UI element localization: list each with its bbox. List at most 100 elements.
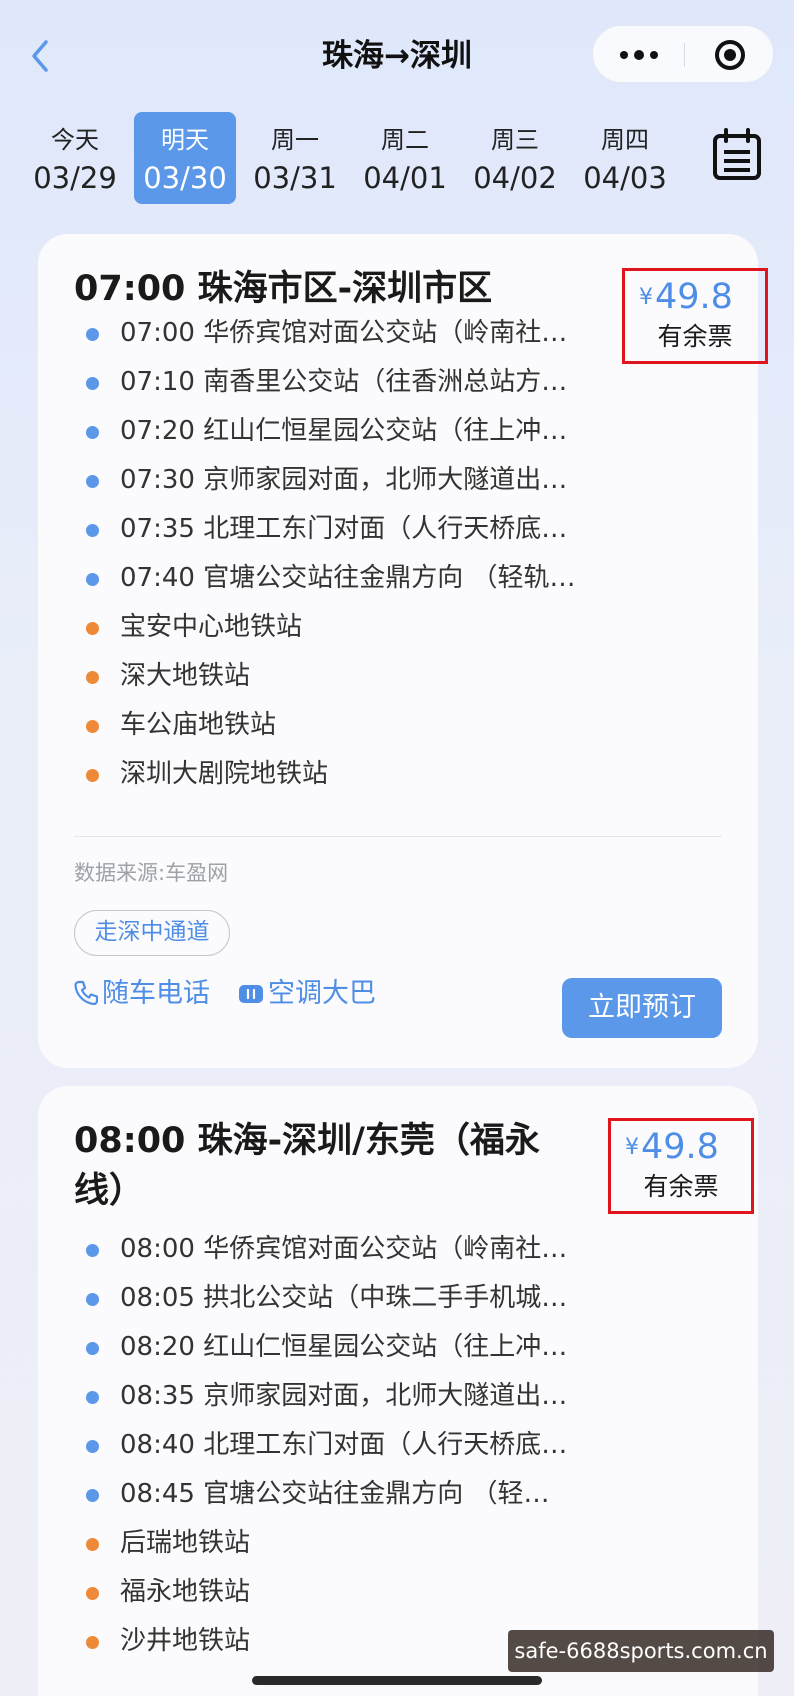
date-tab-date: 04/02 (473, 161, 557, 195)
book-now-button[interactable]: 立即预订 (562, 978, 722, 1038)
stop-item: 07:00 华侨宾馆对面公交站（岭南社… (38, 310, 758, 359)
alight-dot (86, 1587, 99, 1600)
date-tab-date: 03/30 (143, 161, 227, 195)
stop-item: 08:40 北理工东门对面（人行天桥底… (38, 1422, 758, 1471)
phone-icon (74, 980, 99, 1006)
route-title: 08:00 珠海-深圳/东莞（福永线） (74, 1121, 540, 1211)
air-conditioned-label: 空调大巴 (268, 978, 376, 1009)
stop-text: 宝安中心地铁站 (120, 612, 303, 642)
date-tab-5[interactable]: 周四 04/03 (574, 112, 676, 204)
date-tab-weekday: 周四 (601, 126, 649, 154)
alight-dot (86, 622, 99, 635)
stop-item: 07:40 官塘公交站往金鼎方向 （轻轨… (38, 555, 758, 604)
board-dot (86, 524, 99, 537)
board-dot (86, 328, 99, 341)
stop-text: 07:20 红山仁恒星园公交站（往上冲… (120, 416, 568, 446)
date-tab-date: 04/01 (363, 161, 447, 195)
stop-text: 深圳大剧院地铁站 (120, 759, 329, 789)
date-tab-date: 03/31 (253, 161, 337, 195)
board-dot (86, 573, 99, 586)
stop-text: 07:30 京师家园对面，北师大隧道出… (120, 465, 568, 495)
date-tab-weekday: 今天 (51, 126, 99, 154)
stop-item: 07:35 北理工东门对面（人行天桥底… (38, 506, 758, 555)
date-tab-weekday: 周一 (271, 126, 319, 154)
date-tab-weekday: 周三 (491, 126, 539, 154)
board-dot (86, 426, 99, 439)
card-divider (74, 836, 722, 837)
route-card[interactable]: 08:00 珠海-深圳/东莞（福永线） ¥49.8 有余票 08:00 华侨宾馆… (38, 1086, 758, 1696)
stop-text: 08:45 官塘公交站往金鼎方向 （轻… (120, 1479, 550, 1509)
price-value: 49.8 (641, 1127, 719, 1167)
stop-text: 07:35 北理工东门对面（人行天桥底… (120, 514, 568, 544)
stop-text: 08:00 华侨宾馆对面公交站（岭南社… (120, 1234, 568, 1264)
air-conditioner-icon (239, 985, 263, 1003)
date-tab-weekday: 明天 (161, 126, 209, 154)
stop-text: 07:10 南香里公交站（往香洲总站方… (120, 367, 568, 397)
date-tab-4[interactable]: 周三 04/02 (464, 112, 566, 204)
date-tab-2[interactable]: 周一 03/31 (244, 112, 346, 204)
data-source: 数据来源:车盈网 (74, 861, 229, 885)
home-indicator (252, 1676, 542, 1685)
stop-item: 深圳大剧院地铁站 (38, 751, 758, 800)
date-tab-0[interactable]: 今天 03/29 (24, 112, 126, 204)
alight-dot (86, 1636, 99, 1649)
board-dot (86, 377, 99, 390)
board-dot (86, 1293, 99, 1306)
ticket-status: 有余票 (643, 1172, 719, 1201)
alight-dot (86, 671, 99, 684)
stop-item: 车公庙地铁站 (38, 702, 758, 751)
bus-phone-label: 随车电话 (102, 978, 210, 1009)
stop-text: 07:00 华侨宾馆对面公交站（岭南社… (120, 318, 568, 348)
stop-item: 08:35 京师家园对面，北师大隧道出… (38, 1373, 758, 1422)
price-currency: ¥ (639, 285, 653, 310)
stop-item: 福永地铁站 (38, 1569, 758, 1618)
date-tab-date: 03/29 (33, 161, 117, 195)
stop-text: 08:35 京师家园对面，北师大隧道出… (120, 1381, 568, 1411)
alight-dot (86, 1538, 99, 1551)
more-options-icon[interactable] (593, 26, 684, 84)
route-title: 07:00 珠海市区-深圳市区 (74, 269, 493, 309)
price-currency: ¥ (625, 1135, 639, 1160)
stop-item: 深大地铁站 (38, 653, 758, 702)
stop-text: 福永地铁站 (120, 1577, 251, 1607)
stop-text: 08:20 红山仁恒星园公交站（往上冲… (120, 1332, 568, 1362)
board-dot (86, 1342, 99, 1355)
board-dot (86, 1440, 99, 1453)
top-nav-bar: 珠海→深圳 (0, 0, 794, 110)
stop-text: 深大地铁站 (120, 661, 251, 691)
board-dot (86, 1489, 99, 1502)
stop-text: 07:40 官塘公交站往金鼎方向 （轻轨… (120, 563, 576, 593)
stop-item: 08:05 拱北公交站（中珠二手手机城… (38, 1275, 758, 1324)
mini-program-capsule (592, 25, 774, 83)
stop-text: 沙井地铁站 (120, 1626, 251, 1656)
stop-item: 08:00 华侨宾馆对面公交站（岭南社… (38, 1226, 758, 1275)
route-tag[interactable]: 走深中通道 (74, 910, 230, 956)
watermark: safe-6688sports.com.cn (508, 1630, 774, 1672)
price: ¥49.8 (625, 1123, 719, 1172)
stop-text: 后瑞地铁站 (120, 1528, 251, 1558)
date-tab-weekday: 周二 (381, 126, 429, 154)
price-box[interactable]: ¥49.8 有余票 (608, 1118, 754, 1214)
stop-item: 07:30 京师家园对面，北师大隧道出… (38, 457, 758, 506)
stop-item: 08:45 官塘公交站往金鼎方向 （轻… (38, 1471, 758, 1520)
date-selector: 今天 03/29 明天 03/30 周一 03/31 周二 04/01 周三 0… (24, 112, 704, 204)
board-dot (86, 475, 99, 488)
stop-item: 后瑞地铁站 (38, 1520, 758, 1569)
air-conditioned-bus: 空调大巴 (238, 974, 376, 1014)
stop-item: 08:20 红山仁恒星园公交站（往上冲… (38, 1324, 758, 1373)
stop-text: 08:05 拱北公交站（中珠二手手机城… (120, 1283, 568, 1313)
date-tab-1[interactable]: 明天 03/30 (134, 112, 236, 204)
board-dot (86, 1391, 99, 1404)
stop-item: 宝安中心地铁站 (38, 604, 758, 653)
stop-item: 07:10 南香里公交站（往香洲总站方… (38, 359, 758, 408)
alight-dot (86, 769, 99, 782)
alight-dot (86, 720, 99, 733)
close-mini-program-icon[interactable] (684, 26, 775, 84)
stop-text: 车公庙地铁站 (120, 710, 277, 740)
date-tab-3[interactable]: 周二 04/01 (354, 112, 456, 204)
stop-item: 07:20 红山仁恒星园公交站（往上冲… (38, 408, 758, 457)
calendar-icon[interactable] (712, 128, 762, 182)
route-card[interactable]: 07:00 珠海市区-深圳市区 ¥49.8 有余票 07:00 华侨宾馆对面公交… (38, 234, 768, 1068)
date-tab-date: 04/03 (583, 161, 667, 195)
bus-phone[interactable]: 随车电话 (74, 974, 210, 1014)
